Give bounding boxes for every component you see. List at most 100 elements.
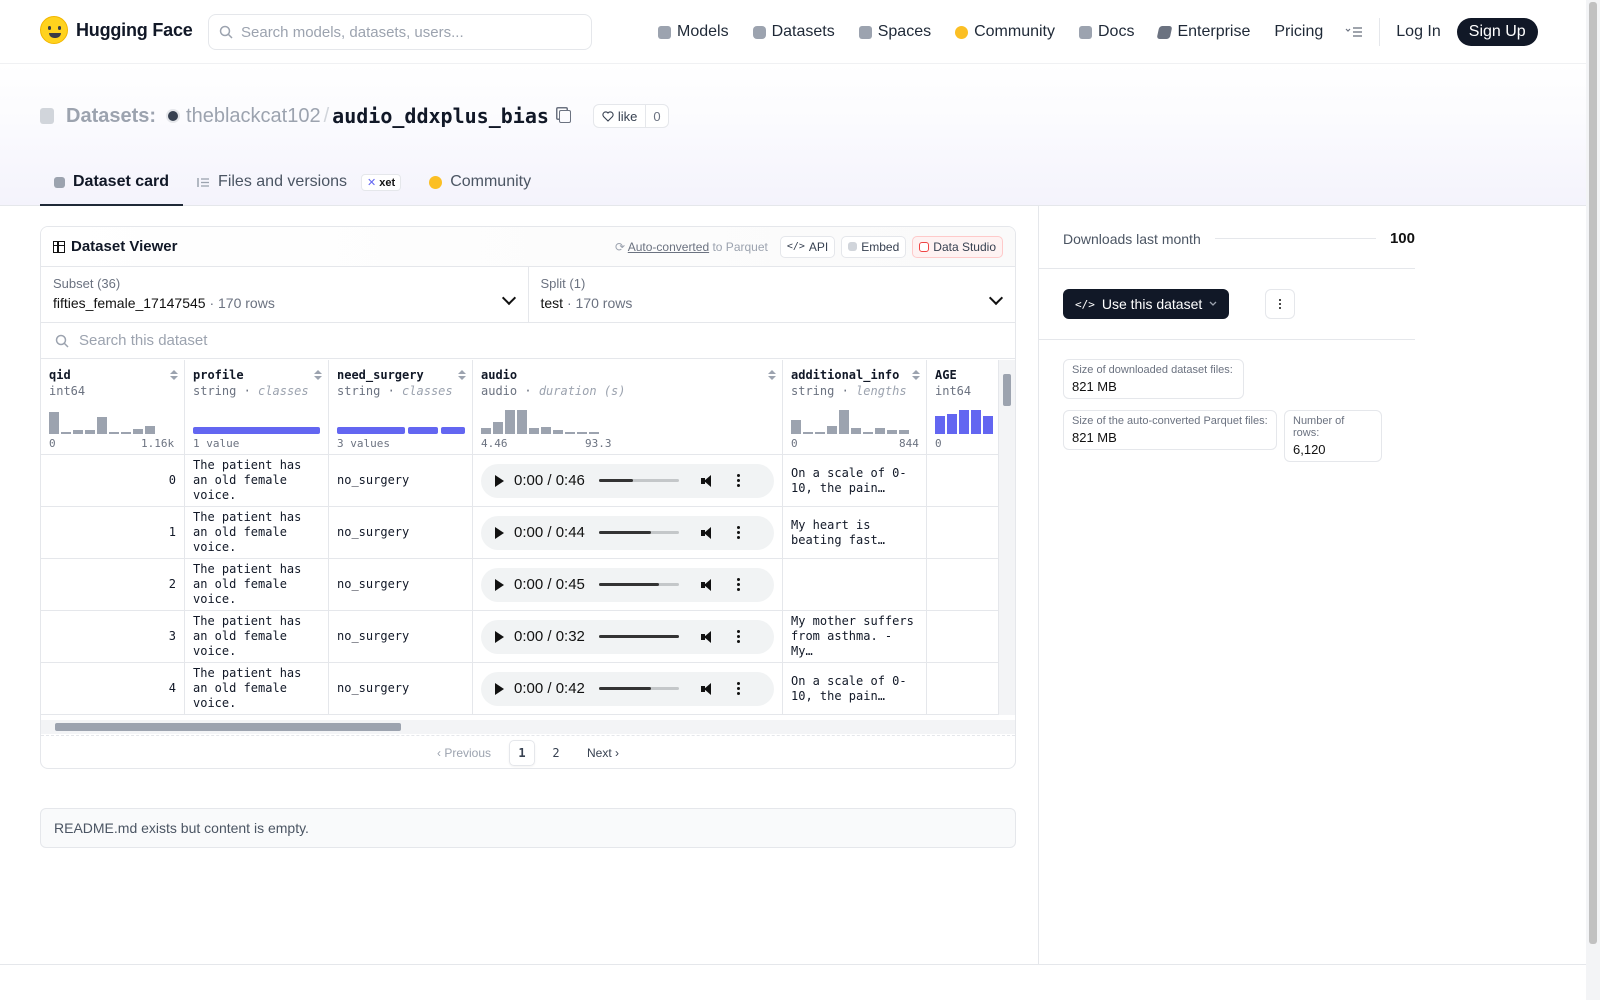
page-scrollbar[interactable] xyxy=(1586,0,1600,1000)
audio-progress-bar[interactable] xyxy=(598,583,679,586)
repo-name[interactable]: audio_ddxplus_bias xyxy=(332,104,549,128)
histogram-bar[interactable] xyxy=(85,430,95,434)
histogram-bar[interactable] xyxy=(493,422,503,434)
breadcrumb-owner[interactable]: theblackcat102 xyxy=(186,105,321,128)
page-2-button[interactable]: 2 xyxy=(543,740,569,766)
nav-pricing[interactable]: Pricing xyxy=(1274,18,1323,46)
tab-community[interactable]: Community xyxy=(415,160,545,206)
table-row[interactable]: 3 The patient has an old female voice. no_… xyxy=(41,611,999,663)
next-page-button[interactable]: Next › xyxy=(577,746,629,760)
data-studio-button[interactable]: Data Studio xyxy=(912,235,1003,258)
auto-converted-link[interactable]: Auto-converted xyxy=(628,240,709,254)
histogram-bar[interactable] xyxy=(97,417,107,434)
sort-icon[interactable] xyxy=(458,370,466,380)
play-icon[interactable] xyxy=(495,630,504,643)
histogram-bar[interactable] xyxy=(589,432,599,434)
home-link[interactable]: Hugging Face xyxy=(40,16,193,44)
histogram-bar[interactable] xyxy=(935,416,945,434)
play-icon[interactable] xyxy=(495,526,504,539)
histogram-bar[interactable] xyxy=(947,413,957,434)
api-button[interactable]: </> API xyxy=(779,235,836,258)
sort-icon[interactable] xyxy=(768,370,776,380)
histogram-bar[interactable] xyxy=(121,432,131,434)
histogram-bar[interactable] xyxy=(109,432,119,434)
audio-progress-bar[interactable] xyxy=(598,479,679,482)
sort-icon[interactable] xyxy=(170,370,178,380)
histogram-bar[interactable] xyxy=(971,410,981,434)
class-bar[interactable] xyxy=(441,427,465,434)
histogram-bar[interactable] xyxy=(791,419,801,434)
sort-icon[interactable] xyxy=(912,370,920,380)
class-bar[interactable] xyxy=(337,427,405,434)
histogram-bar[interactable] xyxy=(839,410,849,434)
histogram-bar[interactable] xyxy=(73,430,83,434)
audio-player[interactable]: 0:00 / 0:45 xyxy=(481,567,774,602)
tab-files-and-versions[interactable]: Files and versions ✕ xet xyxy=(183,160,415,206)
column-header-4[interactable]: additional_info string · lengths 0 844 xyxy=(783,360,927,454)
histogram-bar[interactable] xyxy=(827,425,837,434)
audio-progress-bar[interactable] xyxy=(598,687,679,690)
volume-icon[interactable] xyxy=(700,526,713,539)
column-header-5[interactable]: AGE int64 0 xyxy=(927,360,999,454)
subset-select[interactable]: Subset (36) fifties_female_17147545 · 17… xyxy=(41,267,528,322)
page-1-button[interactable]: 1 xyxy=(509,739,535,766)
previous-page-button[interactable]: ‹ Previous xyxy=(427,746,501,760)
like-button[interactable]: like 0 xyxy=(592,104,669,128)
kebab-icon[interactable] xyxy=(736,531,740,534)
histogram-bar[interactable] xyxy=(529,428,539,434)
breadcrumb-section[interactable]: Datasets: xyxy=(66,105,156,128)
nav-community[interactable]: Community xyxy=(955,18,1055,46)
dataset-search-input[interactable] xyxy=(79,332,679,349)
login-link[interactable]: Log In xyxy=(1396,23,1440,41)
kebab-icon[interactable] xyxy=(736,479,740,482)
dataset-search[interactable] xyxy=(41,323,1015,359)
nav-models[interactable]: Models xyxy=(658,18,729,46)
class-bar[interactable] xyxy=(408,427,438,434)
histogram-bar[interactable] xyxy=(505,410,515,434)
histogram-bar[interactable] xyxy=(481,428,491,434)
nav-datasets[interactable]: Datasets xyxy=(752,18,835,46)
global-search[interactable] xyxy=(208,14,592,50)
volume-icon[interactable] xyxy=(700,578,713,591)
class-bar[interactable] xyxy=(193,427,320,434)
audio-progress-bar[interactable] xyxy=(598,635,679,638)
histogram-bar[interactable] xyxy=(863,431,873,434)
split-select[interactable]: Split (1) test · 170 rows xyxy=(527,267,1016,322)
tab-dataset-card[interactable]: Dataset card xyxy=(40,160,184,206)
audio-player[interactable]: 0:00 / 0:32 xyxy=(481,619,774,654)
histogram-bar[interactable] xyxy=(145,425,155,434)
histogram-bar[interactable] xyxy=(577,432,587,434)
histogram-bar[interactable] xyxy=(875,428,885,434)
horizontal-scrollbar-thumb[interactable] xyxy=(55,723,401,731)
horizontal-scrollbar[interactable] xyxy=(41,720,1015,734)
histogram-bar[interactable] xyxy=(899,430,909,434)
histogram-bar[interactable] xyxy=(803,431,813,434)
kebab-icon[interactable] xyxy=(736,687,740,690)
copy-icon[interactable] xyxy=(558,109,571,123)
histogram-bar[interactable] xyxy=(983,416,993,434)
more-options-button[interactable] xyxy=(1265,289,1295,319)
column-header-2[interactable]: need_surgery string · classes 3 values xyxy=(329,360,473,454)
column-header-0[interactable]: qid int64 0 1.16k xyxy=(41,360,185,454)
column-header-1[interactable]: profile string · classes 1 value xyxy=(185,360,329,454)
histogram-bar[interactable] xyxy=(49,412,59,434)
audio-player[interactable]: 0:00 / 0:44 xyxy=(481,515,774,550)
table-row[interactable]: 4 The patient has an old female voice. no_… xyxy=(41,663,999,715)
vertical-scrollbar-thumb[interactable] xyxy=(1003,374,1011,406)
table-row[interactable]: 0 The patient has an old female voice. no_… xyxy=(41,455,999,507)
histogram-bar[interactable] xyxy=(541,426,551,434)
nav-spaces[interactable]: Spaces xyxy=(858,18,931,46)
histogram-bar[interactable] xyxy=(815,432,825,434)
histogram-bar[interactable] xyxy=(133,429,143,434)
global-search-input[interactable] xyxy=(241,23,571,41)
vertical-scrollbar[interactable] xyxy=(999,360,1015,715)
volume-icon[interactable] xyxy=(700,630,713,643)
page-scrollbar-thumb[interactable] xyxy=(1589,2,1597,944)
histogram-bar[interactable] xyxy=(959,410,969,434)
audio-progress-bar[interactable] xyxy=(598,531,679,534)
signup-button[interactable]: Sign Up xyxy=(1456,18,1538,46)
audio-player[interactable]: 0:00 / 0:46 xyxy=(481,463,774,498)
play-icon[interactable] xyxy=(495,578,504,591)
nav-docs[interactable]: Docs xyxy=(1079,18,1134,46)
histogram-bar[interactable] xyxy=(565,432,575,434)
